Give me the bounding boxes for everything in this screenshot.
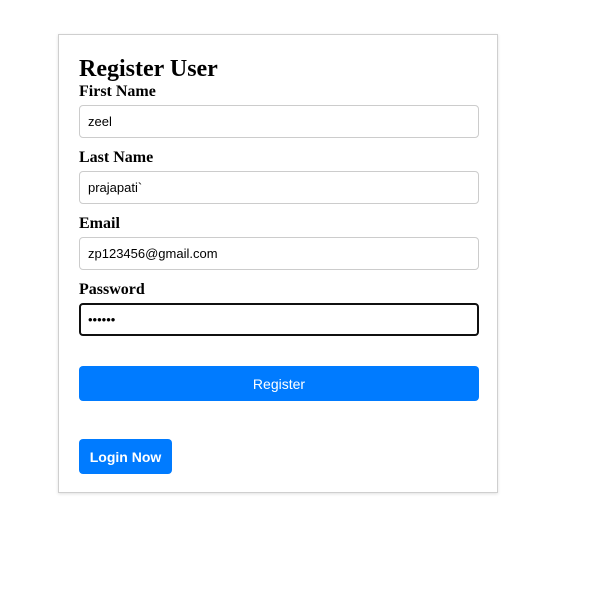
password-label: Password xyxy=(79,281,145,298)
first-name-label: First Name xyxy=(79,83,156,100)
first-name-input[interactable] xyxy=(79,105,479,138)
register-card: Register User First Name Last Name Email… xyxy=(58,34,498,493)
last-name-input[interactable] xyxy=(79,171,479,204)
register-button[interactable]: Register xyxy=(79,366,479,401)
email-input[interactable] xyxy=(79,237,479,270)
last-name-label: Last Name xyxy=(79,149,154,166)
email-label: Email xyxy=(79,215,120,232)
password-input[interactable] xyxy=(79,303,479,336)
login-now-button[interactable]: Login Now xyxy=(79,439,172,474)
page-title: Register User xyxy=(79,56,218,82)
